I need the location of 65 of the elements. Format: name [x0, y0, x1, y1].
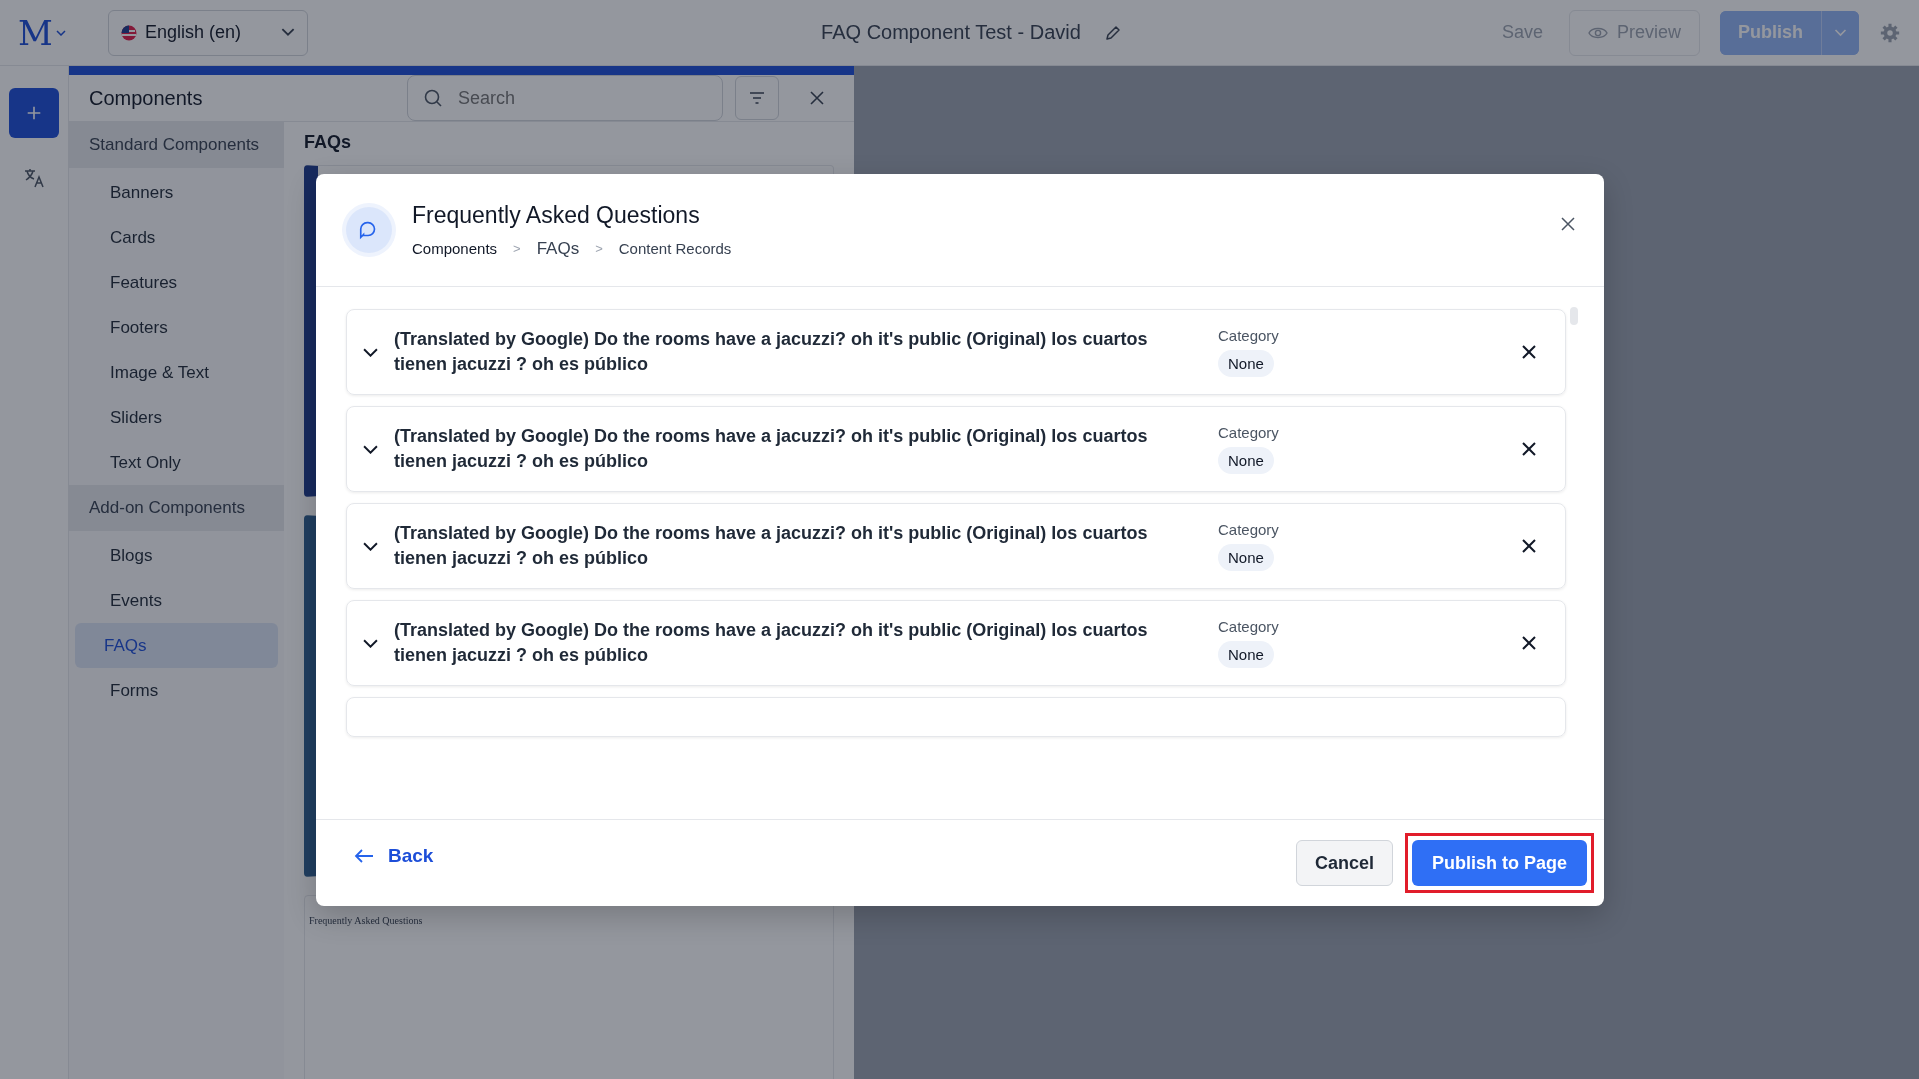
remove-icon[interactable]	[1521, 538, 1537, 554]
question-text: (Translated by Google) Do the rooms have a jacuzzi? oh it's public (Original) los cuartos tienen jacuzzi ? oh es público	[394, 619, 1149, 667]
search-field[interactable]: Search	[407, 75, 723, 121]
scrollbar-thumb[interactable]	[1570, 307, 1578, 325]
language-select[interactable]: English (en)	[108, 9, 308, 56]
category-tag: None	[1218, 544, 1274, 571]
flag-icon	[121, 24, 137, 41]
remove-icon[interactable]	[1521, 344, 1537, 360]
panel-title: Components	[89, 86, 204, 110]
chat-icon	[346, 207, 392, 253]
plus-icon	[25, 104, 43, 122]
category-label: Category	[1218, 521, 1279, 538]
category-item[interactable]: Forms	[75, 668, 278, 713]
category-tag: None	[1218, 641, 1274, 668]
category-header[interactable]: Add-on Components	[69, 485, 284, 531]
search-icon	[423, 88, 443, 108]
category-tag: None	[1218, 447, 1274, 474]
breadcrumb-link[interactable]: Content Records	[618, 240, 732, 257]
translate-icon[interactable]	[22, 166, 46, 190]
category-item[interactable]: Features	[75, 260, 278, 305]
remove-icon[interactable]	[1521, 441, 1537, 457]
category-item[interactable]: Footers	[75, 305, 278, 350]
close-icon[interactable]	[1560, 216, 1576, 232]
publish-to-page-button[interactable]: Publish to Page	[1411, 840, 1587, 886]
category-label: Category	[1218, 327, 1279, 344]
chevron-down-icon	[1834, 29, 1847, 37]
chevron-down-icon[interactable]	[363, 444, 378, 454]
dialog-title: Frequently Asked Questions	[412, 201, 701, 229]
category-item[interactable]: Text Only	[75, 440, 278, 485]
remove-icon[interactable]	[1521, 635, 1537, 651]
breadcrumb-link[interactable]: Components	[412, 240, 498, 257]
category-label: Category	[1218, 618, 1279, 635]
filter-button[interactable]	[735, 76, 779, 120]
breadcrumb-link[interactable]: FAQs	[536, 238, 580, 259]
category-tag: None	[1218, 350, 1274, 377]
add-button[interactable]	[9, 88, 59, 138]
close-icon[interactable]	[809, 90, 825, 106]
question-text: (Translated by Google) Do the rooms have a jacuzzi? oh it's public (Original) los cuartos tienen jacuzzi ? oh es público	[394, 328, 1149, 376]
breadcrumb-separator: >	[513, 241, 521, 256]
cancel-button[interactable]: Cancel	[1295, 840, 1393, 886]
chevron-down-icon[interactable]	[363, 638, 378, 648]
chevron-down-icon	[281, 28, 295, 37]
preview-caption: Frequently Asked Questions	[309, 915, 423, 926]
logo[interactable]: M	[18, 12, 53, 53]
caret-icon[interactable]	[55, 29, 66, 36]
category-label: Category	[1218, 424, 1279, 441]
category-item[interactable]: Events	[75, 578, 278, 623]
eye-icon	[1587, 25, 1608, 40]
category-item[interactable]: FAQs	[75, 623, 278, 668]
arrow-left-icon	[354, 848, 374, 864]
category-item[interactable]: Sliders	[75, 395, 278, 440]
category-item[interactable]: Blogs	[75, 533, 278, 578]
chevron-down-icon[interactable]	[363, 347, 378, 357]
page-title: FAQ Component Test - David	[821, 21, 1081, 44]
back-link[interactable]: Back	[348, 844, 440, 868]
category-item[interactable]: Cards	[75, 215, 278, 260]
category-header[interactable]: Standard Components	[69, 122, 284, 168]
category-item[interactable]: Banners	[75, 170, 278, 215]
question-text: (Translated by Google) Do the rooms have a jacuzzi? oh it's public (Original) los cuartos tienen jacuzzi ? oh es público	[394, 522, 1149, 570]
category-item[interactable]: Image & Text	[75, 350, 278, 395]
component-card[interactable]: Frequently Asked Questions	[304, 895, 834, 1079]
question-text: (Translated by Google) Do the rooms have a jacuzzi? oh it's public (Original) los cuartos tienen jacuzzi ? oh es público	[394, 425, 1149, 473]
breadcrumb-separator: >	[595, 241, 603, 256]
section-title: FAQs	[304, 132, 352, 153]
chevron-down-icon[interactable]	[363, 541, 378, 551]
